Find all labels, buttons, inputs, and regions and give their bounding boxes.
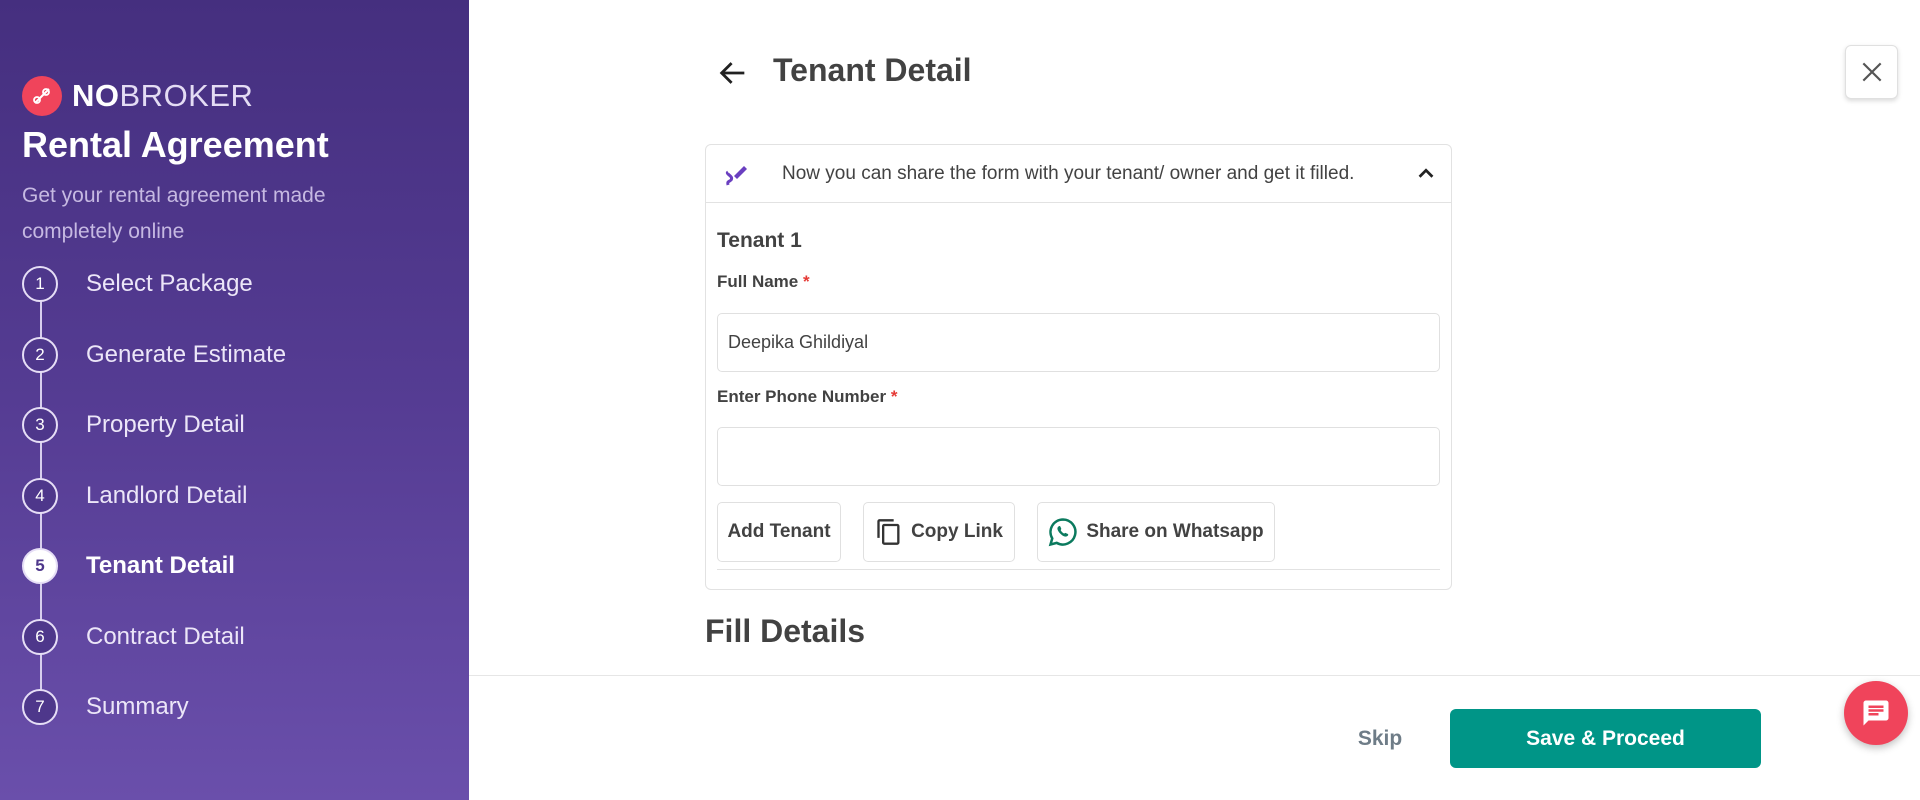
step-summary[interactable]: 7 Summary xyxy=(22,689,286,760)
close-button[interactable] xyxy=(1845,45,1898,99)
step-list: 1 Select Package 2 Generate Estimate 3 Prop… xyxy=(22,266,286,760)
logo-text-light: BROKER xyxy=(119,78,254,113)
share-whatsapp-label: Share on Whatsapp xyxy=(1086,521,1264,542)
step-number: 6 xyxy=(22,618,58,655)
copy-link-label: Copy Link xyxy=(911,521,1003,542)
divider xyxy=(717,569,1440,570)
step-number: 7 xyxy=(22,689,58,725)
step-generate-estimate[interactable]: 2 Generate Estimate xyxy=(22,336,287,408)
whatsapp-icon xyxy=(1049,518,1077,547)
logo-icon xyxy=(22,76,62,116)
share-form-header[interactable]: Now you can share the form with your ten… xyxy=(706,145,1451,203)
step-label: Contract Detail xyxy=(86,622,245,650)
step-number: 3 xyxy=(22,407,58,443)
step-number: 2 xyxy=(22,336,58,373)
step-contract-detail[interactable]: 6 Contract Detail xyxy=(22,618,286,690)
tenant-heading: Tenant 1 xyxy=(717,229,802,252)
sidebar-subtitle: Get your rental agreement made completel… xyxy=(22,184,326,243)
copy-link-button[interactable]: Copy Link xyxy=(863,502,1015,562)
step-label: Property Detail xyxy=(86,411,245,438)
step-tenant-detail[interactable]: 5 Tenant Detail xyxy=(22,548,286,619)
back-arrow-icon[interactable] xyxy=(716,56,750,90)
step-landlord-detail[interactable]: 4 Landlord Detail xyxy=(22,477,286,549)
share-form-card: Now you can share the form with your ten… xyxy=(705,144,1452,590)
phone-label: Enter Phone Number * xyxy=(717,387,898,406)
chat-icon xyxy=(1863,700,1889,726)
copy-icon xyxy=(877,519,900,545)
share-form-message: Now you can share the form with your ten… xyxy=(782,162,1355,184)
add-tenant-button[interactable]: Add Tenant xyxy=(717,502,841,562)
step-label: Select Package xyxy=(86,270,253,297)
step-label: Landlord Detail xyxy=(86,481,248,509)
close-icon xyxy=(1862,62,1881,82)
add-tenant-label: Add Tenant xyxy=(727,521,831,542)
step-number: 4 xyxy=(22,477,58,514)
phone-input[interactable] xyxy=(717,427,1440,486)
sidebar-title: Rental Agreement xyxy=(22,124,329,165)
chat-button[interactable] xyxy=(1844,681,1908,745)
logo-text-bold: NO xyxy=(72,78,120,113)
sidebar: NOBROKER Rental Agreement Get your renta… xyxy=(0,0,469,800)
nobroker-logo: NOBROKER xyxy=(22,76,253,116)
fill-details-heading: Fill Details xyxy=(705,613,866,649)
full-name-label: Full Name * xyxy=(717,272,810,291)
share-whatsapp-button[interactable]: Share on Whatsapp xyxy=(1037,502,1275,562)
skip-button[interactable]: Skip xyxy=(1340,722,1420,756)
step-label: Tenant Detail xyxy=(86,552,235,579)
step-property-detail[interactable]: 3 Property Detail xyxy=(22,407,286,478)
step-label: Summary xyxy=(86,693,189,720)
full-name-input[interactable] xyxy=(717,313,1440,372)
chevron-up-icon[interactable] xyxy=(1415,163,1437,185)
page-title: Tenant Detail xyxy=(773,52,972,88)
step-number: 1 xyxy=(22,266,58,302)
step-label: Generate Estimate xyxy=(86,340,287,368)
step-select-package[interactable]: 1 Select Package xyxy=(22,266,286,337)
save-proceed-button[interactable]: Save & Proceed xyxy=(1450,709,1761,768)
step-number: 5 xyxy=(22,548,58,584)
pen-icon xyxy=(725,165,747,185)
